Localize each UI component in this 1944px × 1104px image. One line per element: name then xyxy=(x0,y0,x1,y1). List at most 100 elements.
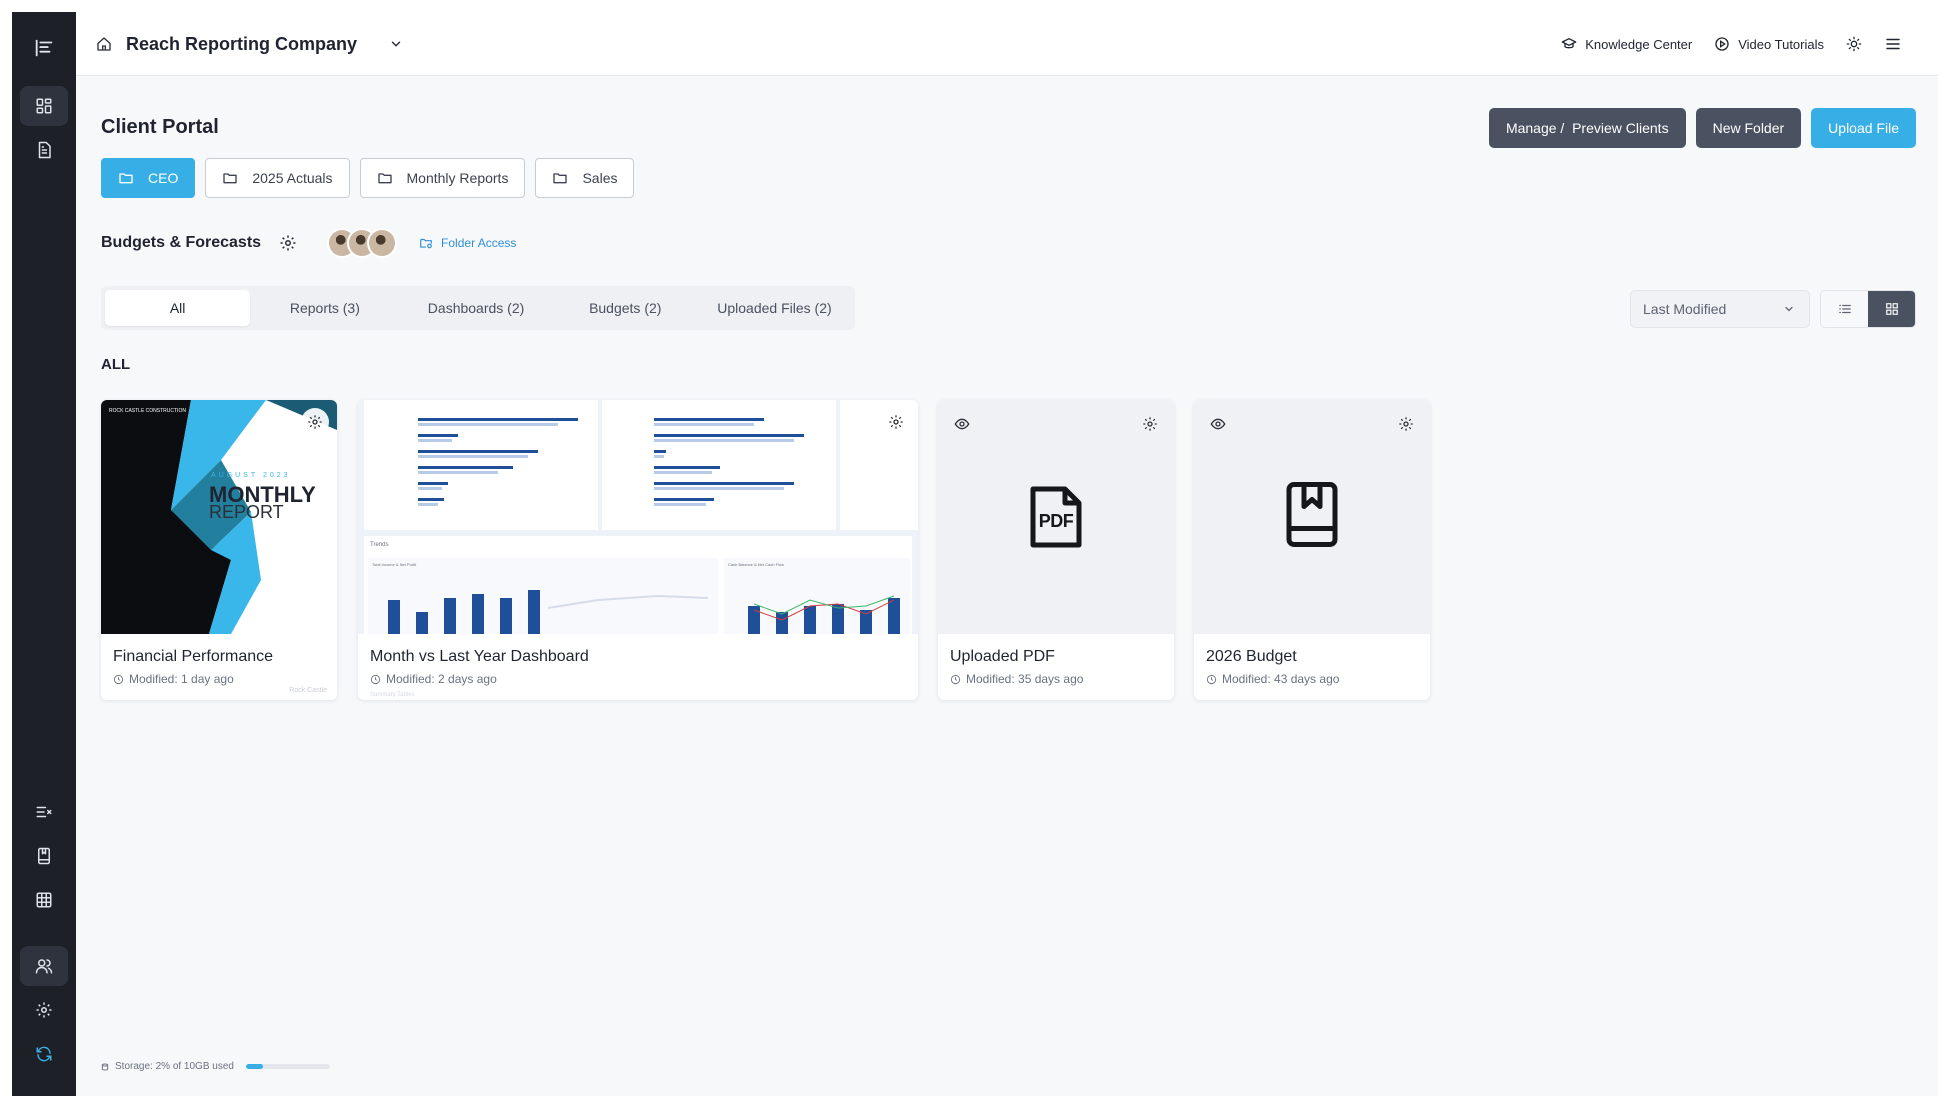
company-switcher[interactable]: Reach Reporting Company xyxy=(96,12,403,76)
menu-toggle-icon[interactable] xyxy=(20,28,68,68)
card-title: Financial Performance xyxy=(113,648,274,665)
folder-ceo[interactable]: CEO xyxy=(101,158,196,198)
folder-label: 2025 Actuals xyxy=(252,170,333,186)
hamburger-menu-icon[interactable] xyxy=(1884,35,1902,53)
home-icon xyxy=(96,36,112,52)
clock-icon xyxy=(1206,674,1217,685)
play-circle-icon xyxy=(1714,36,1730,52)
upload-file-button[interactable]: Upload File xyxy=(1811,108,1916,148)
main-content: Client Portal Manage / Preview Clients N… xyxy=(76,76,1938,1096)
new-folder-button[interactable]: New Folder xyxy=(1695,108,1802,148)
cover-brand: ROCK CASTLE CONSTRUCTION xyxy=(109,408,186,414)
card-info: 2026 Budget Modified: 43 days ago xyxy=(1194,634,1430,700)
card-settings-gear-icon[interactable] xyxy=(1136,410,1164,438)
folder-access-link[interactable]: Folder Access xyxy=(419,236,516,250)
avatar xyxy=(367,228,398,258)
grid-view-icon[interactable] xyxy=(1868,291,1915,327)
sort-selected-value: Last Modified xyxy=(1643,301,1727,317)
storage-progress-fill xyxy=(245,1064,263,1069)
table-icon[interactable] xyxy=(20,880,68,920)
dashboard-section-label: Trends xyxy=(370,542,389,548)
list-clear-icon[interactable] xyxy=(20,792,68,832)
folder-label: CEO xyxy=(148,170,179,186)
budget-book-icon xyxy=(1284,481,1340,554)
card-info: Uploaded PDF Modified: 35 days ago xyxy=(938,634,1174,700)
subfolder-settings-gear-icon[interactable] xyxy=(279,234,297,252)
card-title: Month vs Last Year Dashboard xyxy=(370,648,589,665)
folder-icon xyxy=(222,170,238,186)
folder-lock-icon xyxy=(419,236,433,250)
card-modified-text: Modified: 1 day ago xyxy=(129,672,234,686)
list-view-icon[interactable] xyxy=(1821,291,1868,327)
section-label: ALL xyxy=(101,356,131,373)
settings-gear-icon[interactable] xyxy=(20,990,68,1030)
theme-sun-icon[interactable] xyxy=(1846,36,1862,52)
storage-text: Storage: 2% of 10GB used xyxy=(115,1061,234,1072)
card-modified: Modified: 2 days ago xyxy=(370,672,906,686)
app-window: Reach Reporting Company Knowledge Center… xyxy=(12,12,1938,1096)
dashboard-footer-label: Summary Tables xyxy=(370,692,415,698)
tab-uploaded-files[interactable]: Uploaded Files (2) xyxy=(698,290,851,326)
folder-members[interactable] xyxy=(327,228,398,258)
folder-2025-actuals[interactable]: 2025 Actuals xyxy=(205,158,350,198)
knowledge-center-label: Knowledge Center xyxy=(1585,36,1693,52)
folder-list: CEO 2025 Actuals Monthly Reports Sales xyxy=(101,158,635,198)
folder-monthly-reports[interactable]: Monthly Reports xyxy=(359,158,526,198)
cover-title-line2: REPORT xyxy=(209,502,284,522)
pdf-file-icon: PDF xyxy=(1027,483,1085,551)
top-header: Reach Reporting Company Knowledge Center… xyxy=(76,12,1938,76)
folder-label: Sales xyxy=(582,170,618,186)
clients-users-icon[interactable] xyxy=(20,946,68,986)
knowledge-center-link[interactable]: Knowledge Center xyxy=(1561,36,1692,52)
pdf-badge-text: PDF xyxy=(1038,511,1074,531)
card-info: Month vs Last Year Dashboard Modified: 2… xyxy=(358,634,918,700)
card-month-vs-last-year-dashboard[interactable]: Trends Total Income & Net Profit Cash Ba… xyxy=(358,400,918,700)
content-tabs: All Reports (3) Dashboards (2) Budgets (… xyxy=(101,286,855,330)
card-2026-budget[interactable]: 2026 Budget Modified: 43 days ago xyxy=(1194,400,1430,700)
folder-icon xyxy=(118,170,134,186)
dashboard-chart2-title: Cash Balance & Net Cash Flow xyxy=(728,562,785,567)
cover-footer-brand: Rock Castle xyxy=(289,687,327,694)
subfolder-title: Budgets & Forecasts xyxy=(101,234,262,251)
dashboard-thumbnail: Trends Total Income & Net Profit Cash Ba… xyxy=(358,400,918,634)
card-modified: Modified: 35 days ago xyxy=(950,672,1162,686)
budget-book-icon[interactable] xyxy=(20,836,68,876)
clock-icon xyxy=(370,674,381,685)
sort-select[interactable]: Last Modified xyxy=(1630,290,1810,328)
page-title: Client Portal xyxy=(101,116,219,138)
card-modified-text: Modified: 35 days ago xyxy=(966,672,1084,686)
dashboard-grid-icon[interactable] xyxy=(20,86,68,126)
tab-dashboards[interactable]: Dashboards (2) xyxy=(400,290,553,326)
video-tutorials-link[interactable]: Video Tutorials xyxy=(1714,36,1824,52)
card-settings-gear-icon[interactable] xyxy=(1392,410,1420,438)
report-document-icon[interactable] xyxy=(20,130,68,170)
sync-refresh-icon[interactable] xyxy=(20,1034,68,1074)
folder-label: Monthly Reports xyxy=(406,170,509,186)
preview-eye-icon[interactable] xyxy=(1204,410,1232,438)
card-info: Financial Performance Modified: 1 day ag… xyxy=(101,634,337,700)
preview-eye-icon[interactable] xyxy=(948,410,976,438)
folder-sales[interactable]: Sales xyxy=(535,158,635,198)
card-title: 2026 Budget xyxy=(1206,648,1297,665)
folder-icon xyxy=(377,170,393,186)
card-uploaded-pdf[interactable]: PDF Uploaded PDF Modified: 35 days ago xyxy=(938,400,1174,700)
pdf-thumbnail: PDF xyxy=(938,400,1174,634)
manage-preview-clients-button[interactable]: Manage / Preview Clients xyxy=(1488,108,1686,148)
storage-indicator: Storage: 2% of 10GB used xyxy=(101,1061,330,1072)
clock-icon xyxy=(950,674,961,685)
budget-thumbnail xyxy=(1194,400,1430,634)
dashboard-preview-art xyxy=(364,400,918,634)
card-settings-gear-icon[interactable] xyxy=(301,408,329,436)
tab-all[interactable]: All xyxy=(105,290,251,326)
tab-budgets[interactable]: Budgets (2) xyxy=(557,290,694,326)
tab-reports[interactable]: Reports (3) xyxy=(254,290,395,326)
card-financial-performance[interactable]: ROCK CASTLE CONSTRUCTION AUGUST 2023 MON… xyxy=(101,400,337,700)
card-title: Uploaded PDF xyxy=(950,648,1055,665)
card-modified: Modified: 43 days ago xyxy=(1206,672,1418,686)
chevron-down-icon xyxy=(1783,303,1795,315)
subfolder-header: Budgets & Forecasts Folder Access xyxy=(101,226,516,260)
card-modified-text: Modified: 43 days ago xyxy=(1222,672,1340,686)
database-icon xyxy=(101,1063,109,1071)
card-settings-gear-icon[interactable] xyxy=(882,408,910,436)
report-cover-thumbnail: ROCK CASTLE CONSTRUCTION AUGUST 2023 MON… xyxy=(101,400,337,634)
